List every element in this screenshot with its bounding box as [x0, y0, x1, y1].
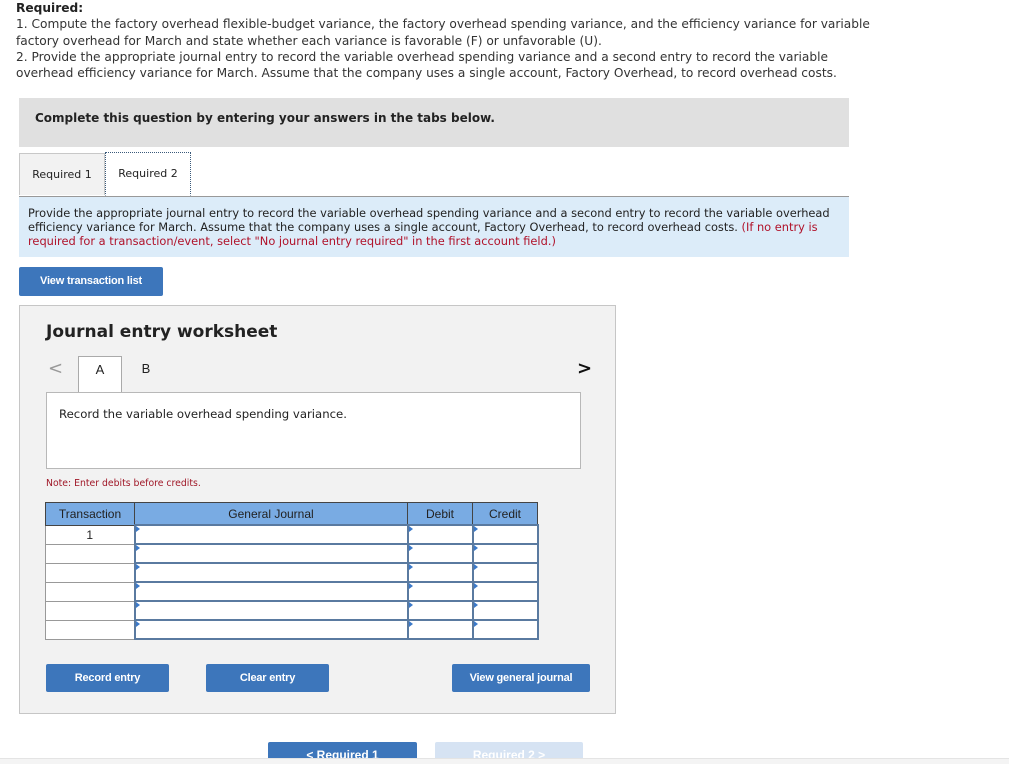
- header-debit: Debit: [407, 502, 473, 526]
- credit-field[interactable]: [471, 619, 539, 640]
- instruction-banner: Complete this question by entering your …: [19, 98, 849, 147]
- account-field[interactable]: [133, 581, 409, 602]
- account-field[interactable]: [133, 524, 409, 545]
- credit-field[interactable]: [471, 524, 539, 545]
- journal-table: Transaction General Journal Debit Credit…: [45, 502, 539, 640]
- entry-description: Record the variable overhead spending va…: [59, 407, 347, 421]
- chevron-right-icon[interactable]: >: [577, 358, 592, 379]
- tab-required-2[interactable]: Required 2: [105, 152, 191, 196]
- debit-field[interactable]: [406, 524, 474, 545]
- table-row: [45, 619, 539, 640]
- account-field[interactable]: [133, 562, 409, 583]
- view-transaction-list-button[interactable]: View transaction list: [19, 267, 163, 296]
- debit-field[interactable]: [406, 600, 474, 621]
- debit-field[interactable]: [406, 619, 474, 640]
- header-transaction: Transaction: [45, 502, 135, 526]
- credit-field[interactable]: [471, 600, 539, 621]
- clear-entry-button[interactable]: Clear entry: [206, 664, 329, 692]
- instructions-text: Provide the appropriate journal entry to…: [28, 206, 830, 234]
- worksheet-tab-b[interactable]: B: [124, 356, 168, 393]
- worksheet-tab-a[interactable]: A: [78, 356, 122, 393]
- tab-instructions: Provide the appropriate journal entry to…: [19, 197, 849, 257]
- table-row: [45, 600, 539, 621]
- header-general-journal: General Journal: [134, 502, 408, 526]
- journal-entry-worksheet: Journal entry worksheet < A B > Record t…: [19, 305, 616, 714]
- table-row: [45, 581, 539, 602]
- transaction-number: [45, 562, 135, 583]
- page-bottom-divider: [0, 758, 1009, 764]
- header-credit: Credit: [472, 502, 538, 526]
- credit-field[interactable]: [471, 543, 539, 564]
- transaction-number: [45, 543, 135, 564]
- required-tabs: Required 1 Required 2: [19, 152, 849, 197]
- debit-field[interactable]: [406, 562, 474, 583]
- worksheet-title: Journal entry worksheet: [46, 322, 278, 342]
- table-row: [45, 562, 539, 583]
- transaction-number: [45, 619, 135, 640]
- credit-field[interactable]: [471, 562, 539, 583]
- required-section: Required: 1. Compute the factory overhea…: [16, 0, 876, 81]
- tab-required-1[interactable]: Required 1: [19, 153, 105, 195]
- entry-description-box: Record the variable overhead spending va…: [46, 392, 581, 469]
- transaction-number: 1: [45, 524, 135, 545]
- view-general-journal-button[interactable]: View general journal: [452, 664, 590, 692]
- debit-field[interactable]: [406, 543, 474, 564]
- account-field[interactable]: [133, 600, 409, 621]
- transaction-number: [45, 600, 135, 621]
- required-item-1: 1. Compute the factory overhead flexible…: [16, 17, 870, 48]
- debit-field[interactable]: [406, 581, 474, 602]
- debits-note: Note: Enter debits before credits.: [46, 478, 201, 489]
- record-entry-button[interactable]: Record entry: [46, 664, 169, 692]
- table-row: 1: [45, 524, 539, 545]
- credit-field[interactable]: [471, 581, 539, 602]
- required-item-2: 2. Provide the appropriate journal entry…: [16, 49, 837, 81]
- transaction-number: [45, 581, 135, 602]
- account-field[interactable]: [133, 543, 409, 564]
- chevron-left-icon[interactable]: <: [48, 358, 63, 379]
- banner-text: Complete this question by entering your …: [35, 111, 495, 125]
- table-row: [45, 543, 539, 564]
- required-heading: Required:: [16, 1, 84, 15]
- account-field[interactable]: [133, 619, 409, 640]
